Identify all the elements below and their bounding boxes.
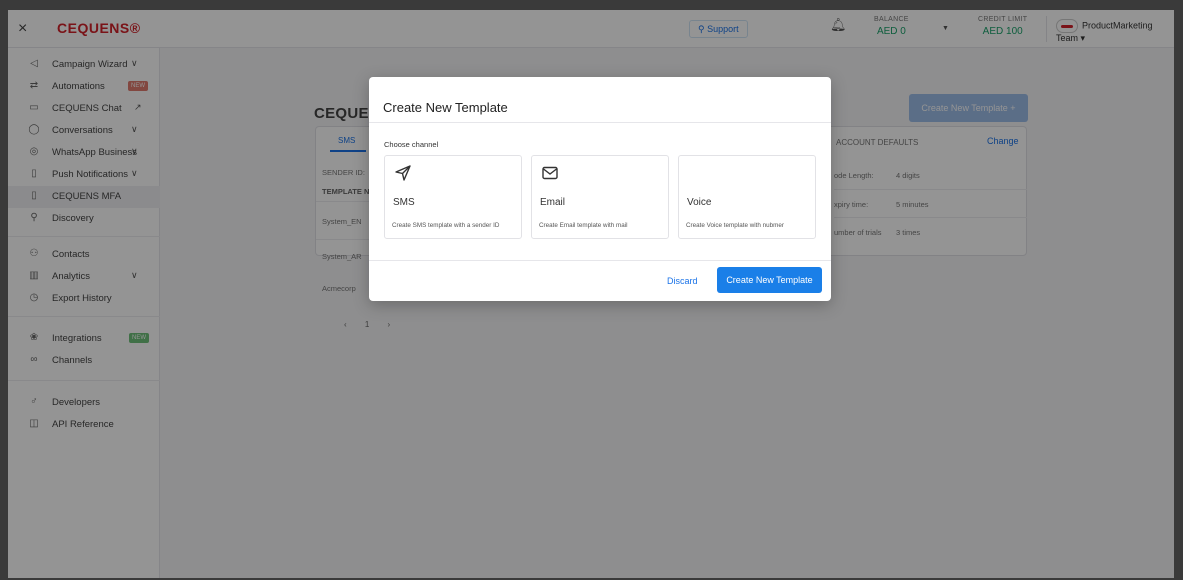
divider [369,260,831,261]
app-window: × CEQUENS® ⚲ Support 🔔︎ BALANCE AED 0 ▼ … [8,10,1174,578]
choose-channel-label: Choose channel [384,140,439,149]
channel-name: Email [540,197,566,208]
discard-button[interactable]: Discard [667,276,698,286]
channel-name: SMS [393,197,415,208]
send-icon [395,165,411,181]
channel-description: Create SMS template with a sender ID [392,222,500,229]
channel-description: Create Email template with mail [539,222,628,229]
channel-card-voice[interactable]: Voice Create Voice template with nubmer [678,155,816,239]
channel-description: Create Voice template with nubmer [686,222,785,229]
channel-name: Voice [687,197,712,208]
channel-card-email[interactable]: Email Create Email template with mail [531,155,669,239]
create-template-modal: Create New Template Choose channel SMS C… [369,77,831,301]
mail-icon [542,166,558,180]
create-new-template-button[interactable]: Create New Template [717,267,822,293]
channel-card-sms[interactable]: SMS Create SMS template with a sender ID [384,155,522,239]
divider [369,122,831,123]
modal-title: Create New Template [383,100,508,115]
